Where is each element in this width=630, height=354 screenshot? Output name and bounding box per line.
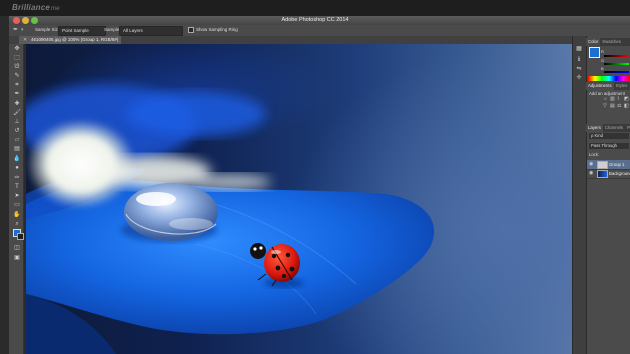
color-panel-tabs: Color Swatches — [586, 38, 630, 46]
screen-mode-icon[interactable]: ▣ — [12, 254, 22, 262]
sample-size-select[interactable]: Point Sample — [58, 26, 106, 36]
color-picker-swatch[interactable] — [589, 47, 600, 58]
watermark-suffix: me — [51, 6, 60, 12]
layer-comps-icon[interactable]: ⇋ — [575, 66, 583, 73]
show-sampling-ring-checkbox[interactable]: Show Sampling Ring — [188, 26, 238, 34]
marquee-icon[interactable]: ⬚ — [12, 54, 22, 62]
curves-icon[interactable]: ⌇ — [617, 97, 622, 102]
hand-icon[interactable]: ✋ — [12, 211, 22, 219]
spot-heal-icon[interactable]: ✚ — [12, 100, 22, 108]
layer-name: Background — [609, 171, 630, 176]
tab-adjustments[interactable]: Adjustments — [586, 82, 614, 90]
lasso-icon[interactable]: ᘎ — [12, 63, 22, 71]
chevron-down-icon[interactable]: ▾ — [21, 26, 24, 34]
path-select-icon[interactable]: ➤ — [12, 192, 22, 200]
blur-icon[interactable]: 💧 — [12, 155, 22, 163]
document-canvas[interactable] — [26, 44, 572, 354]
green-slider[interactable] — [604, 63, 629, 65]
brightness-icon[interactable]: ☼ — [603, 97, 608, 102]
blue-slider[interactable] — [604, 71, 629, 73]
visibility-eye-icon[interactable]: ◉ — [589, 160, 593, 169]
crop-icon[interactable]: ⌗ — [12, 81, 22, 89]
tab-channels[interactable]: Channels — [603, 125, 625, 130]
close-tab-icon[interactable]: ✕ — [23, 36, 27, 44]
eraser-icon[interactable]: ▱ — [12, 136, 22, 144]
layers-panel-tabs: LayersChannelsPa — [586, 124, 630, 132]
history-icon[interactable]: ▦ — [575, 46, 583, 53]
color-balance-icon[interactable]: ⚖ — [617, 104, 622, 109]
panel-dock-strip — [572, 36, 586, 354]
layer-thumbnail — [597, 170, 608, 178]
properties-icon[interactable]: ℹ — [575, 57, 583, 64]
watermark-brand: Brilliance — [12, 3, 51, 12]
tab-paths[interactable]: Pa — [625, 125, 630, 130]
pen-icon[interactable]: ✑ — [12, 174, 22, 182]
layer-name: Group 1 — [609, 162, 625, 167]
tab-color[interactable]: Color — [586, 38, 601, 46]
exposure-icon[interactable]: ◩ — [624, 97, 629, 102]
show-sampling-ring-label: Show Sampling Ring — [196, 27, 238, 32]
photo-image — [26, 84, 435, 354]
tab-styles[interactable]: Styles — [614, 83, 630, 88]
brush-icon[interactable]: 🖌 — [12, 109, 22, 117]
move-icon[interactable]: ✥ — [12, 45, 22, 53]
shape-icon[interactable]: ▭ — [12, 201, 22, 209]
red-slider[interactable] — [604, 55, 629, 57]
levels-icon[interactable]: ▥ — [610, 97, 615, 102]
slider-label-r: R — [601, 49, 604, 54]
brush-preset-icon[interactable]: ✢ — [575, 75, 583, 82]
stamp-icon[interactable]: ⊥ — [12, 118, 22, 126]
tab-layers[interactable]: Layers — [586, 124, 603, 132]
quick-mask-icon[interactable]: ◫ — [12, 244, 22, 252]
app-title: Adobe Photoshop CC 2014 — [281, 17, 349, 23]
blend-mode-select[interactable]: Pass Through — [589, 143, 629, 149]
dodge-icon[interactable]: ● — [12, 164, 22, 172]
zoom-icon[interactable]: ⌕ — [12, 220, 22, 228]
vibrance-icon[interactable]: ▽ — [603, 104, 608, 109]
quick-select-icon[interactable]: ✎ — [12, 72, 22, 80]
visibility-eye-icon[interactable]: ◉ — [589, 169, 593, 178]
lock-label: Lock: — [589, 152, 600, 157]
eyedropper-icon[interactable]: ✒ — [13, 26, 18, 34]
type-icon[interactable]: T — [12, 183, 22, 191]
color-spectrum-bar[interactable] — [588, 76, 630, 81]
tab-swatches[interactable]: Swatches — [600, 39, 623, 44]
folder-icon — [597, 161, 608, 169]
adjustments-panel-tabs: Adjustments Styles — [586, 82, 630, 90]
hue-saturation-icon[interactable]: ▤ — [610, 104, 615, 109]
background-color-swatch[interactable] — [17, 233, 24, 240]
layer-row-background[interactable]: ◉ Background — [587, 169, 630, 179]
eyedropper-icon[interactable]: ✒ — [12, 90, 22, 98]
gradient-icon[interactable]: ▤ — [12, 145, 22, 153]
document-tab[interactable]: 461090405.jpg @ 100% (Group 1, RGB/8#) * — [19, 36, 121, 50]
checkbox-icon — [188, 26, 194, 33]
layer-filter-kind-select[interactable]: ρ Kind — [589, 133, 629, 139]
top-strip — [0, 0, 630, 16]
sample-select[interactable]: All Layers — [119, 26, 183, 36]
watermark-logo: Brillianceme — [12, 3, 60, 12]
black-white-icon[interactable]: ◧ — [624, 104, 629, 109]
history-brush-icon[interactable]: ↺ — [12, 127, 22, 135]
